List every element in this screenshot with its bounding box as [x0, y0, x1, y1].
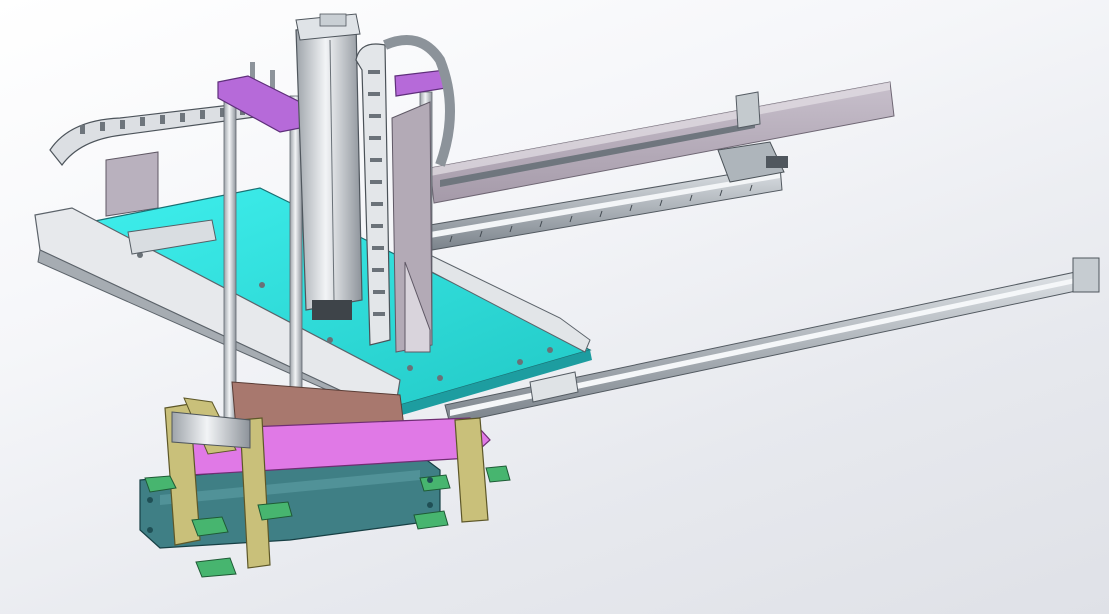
rear-gantry-beam: [429, 81, 895, 204]
gantry-robot-model: [34, 13, 1100, 578]
cad-viewport[interactable]: [0, 0, 1109, 614]
vertical-cylinder-column: [295, 13, 363, 320]
